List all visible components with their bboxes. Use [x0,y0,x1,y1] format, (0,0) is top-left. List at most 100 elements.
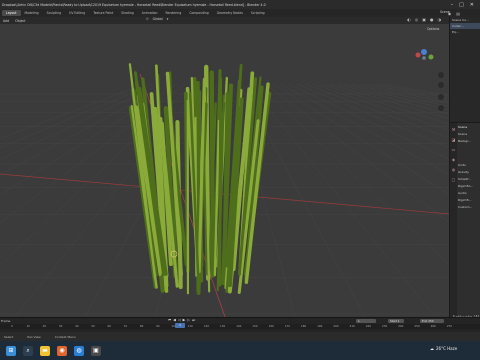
viewport-shading-buttons: ◐ ◎ ▣ ● ◑ [407,17,441,22]
timeline-tick: 210 [349,324,355,328]
menu-add[interactable]: Add [3,19,9,23]
object-icon[interactable]: ▢ [452,177,456,182]
windows-taskbar: ⊞ ⌕ ▬ ◉ ◍ ▣ [0,341,480,360]
timeline-ruler[interactable]: 0 10 20 30 40 50 60 70 80 90 100 110 120 130 140 150 160… [0,324,480,329]
tab-geometry-nodes[interactable]: Geometry Nodes [213,10,247,16]
timeline-tick: 200 [333,324,339,328]
timeline-tick: 250 [414,324,420,328]
outliner-panel: Scene Co... Collec... Eq... [449,17,480,122]
weather-text: 26°C Haze [436,346,458,351]
tool-icon[interactable]: ⚒ [452,127,456,132]
timeline-tick: 0 [11,324,13,328]
xray-icon[interactable]: ▣ [422,17,426,22]
3d-viewport[interactable]: Options [0,24,449,317]
world-icon[interactable]: ◍ [452,167,456,172]
timeline-tick: 230 [382,324,388,328]
search-icon[interactable]: ⌕ [23,345,33,356]
start-icon[interactable]: ⊞ [6,345,16,356]
prop-row[interactable]: Audio [458,191,480,195]
options-dropdown[interactable]: Options [427,27,439,31]
window-title: Dropbox\(Arhiv ON\C3d Models\Plants\Read… [2,2,266,7]
scene-selector[interactable]: Scene [440,10,450,14]
prop-row[interactable]: Gravity [458,170,480,174]
prop-row[interactable]: Backgr... [458,139,480,143]
jump-start-icon[interactable]: ⏮ [168,318,171,322]
timeline-tick: 10 [26,324,30,328]
prop-row[interactable]: Units [458,163,480,167]
app-icon[interactable]: ▣ [91,345,101,356]
view-layer-icon[interactable]: ▤ [456,11,460,16]
horsetail-reed-model [128,63,272,295]
timeline-tick: 60 [107,324,111,328]
maximize-icon[interactable]: □ [459,2,464,8]
output-icon[interactable]: ▭ [452,147,456,152]
transform-orientation[interactable]: ⤧ Global ▾ [146,17,168,21]
gizmo-center [422,56,426,60]
timeline-panel: Frame ⏮ ◀ ◁ ▶ ▷ ⏭ 1 Start 1 End 250 0 10 2… [0,317,480,332]
render-icon[interactable]: ◪ [452,137,456,142]
prop-row[interactable]: Rigid B... [458,198,480,202]
overlay-icon[interactable]: ◎ [415,17,419,22]
tab-shading[interactable]: Shading [117,10,138,16]
tab-layout[interactable]: Layout [2,10,21,16]
play-reverse-icon[interactable]: ◁ [178,318,181,322]
viewport-canvas[interactable] [0,24,449,317]
gizmo-y-axis [428,54,434,60]
prop-row[interactable]: Rigid Bo... [458,184,480,188]
tab-modeling[interactable]: Modeling [21,10,43,16]
material-shading-icon[interactable]: ◑ [438,17,442,22]
scene-props-icon[interactable]: ◈ [452,157,455,162]
tab-uv-editing[interactable]: UV Editing [65,10,89,16]
jump-end-icon[interactable]: ⏭ [192,318,195,322]
close-icon[interactable]: ✕ [470,2,474,8]
playhead[interactable]: 1 [175,323,185,328]
blender-icon[interactable]: ◉ [57,345,67,356]
step-back-icon[interactable]: ◀ [173,318,176,322]
title-bar: Dropbox\(Arhiv ON\C3d Models\Plants\Read… [0,0,480,9]
haze-icon: ☁ [430,346,434,351]
prop-row[interactable]: Custom... [458,205,480,209]
timeline-tick: 220 [365,324,371,328]
play-icon[interactable]: ▶ [183,318,186,322]
window-controls: – □ ✕ [451,2,480,8]
tab-animation[interactable]: Animation [138,10,162,16]
browser-icon[interactable]: ◍ [74,345,84,356]
weather-widget[interactable]: ☁ 26°C Haze [430,346,457,351]
end-label: End [422,319,428,323]
start-value: 1 [397,319,400,323]
file-explorer-icon[interactable]: ▬ [40,345,50,356]
status-context: Context Menu [54,334,76,339]
prop-row[interactable]: Simplif... [458,177,480,181]
timeline-tick: 140 [236,324,242,328]
visibility-icon[interactable]: ◐ [407,17,411,22]
prop-row[interactable]: Scene [458,132,480,136]
status-pan: Pan View [27,334,41,339]
timeline-tick: 50 [91,324,95,328]
reed-stem [218,77,223,287]
timeline-tick: 70 [123,324,128,328]
timeline-tick: 80 [139,324,144,328]
solid-shading-icon[interactable]: ● [430,17,434,22]
timeline-tick: 150 [252,324,258,328]
minimize-icon[interactable]: – [451,2,454,8]
tab-compositing[interactable]: Compositing [185,10,212,16]
end-frame-field[interactable]: End 250 [420,319,444,323]
timeline-tick: 240 [398,324,404,328]
timeline-tick: 90 [156,324,160,328]
timeline-tick: 180 [301,324,307,328]
outliner-row[interactable]: Eq... [450,29,480,35]
start-frame-field[interactable]: Start 1 [388,319,404,323]
step-forward-icon[interactable]: ▷ [187,318,190,322]
timeline-label: Frame [1,319,11,323]
current-frame-field[interactable]: 1 [356,319,376,323]
tab-rendering[interactable]: Rendering [162,10,186,16]
timeline-tick: 270 [446,324,452,328]
chevron-down-icon: ▾ [166,17,169,21]
tab-scripting[interactable]: Scripting [247,10,269,16]
tab-sculpting[interactable]: Sculpting [43,10,65,16]
tab-texture-paint[interactable]: Texture Paint [89,10,117,16]
workspace-tab-bar: Layout Modeling Sculpting UV Editing Tex… [0,9,480,17]
timeline-tick: 120 [203,324,209,328]
menu-object[interactable]: Object [15,19,25,23]
prop-header: Scene [458,125,468,129]
